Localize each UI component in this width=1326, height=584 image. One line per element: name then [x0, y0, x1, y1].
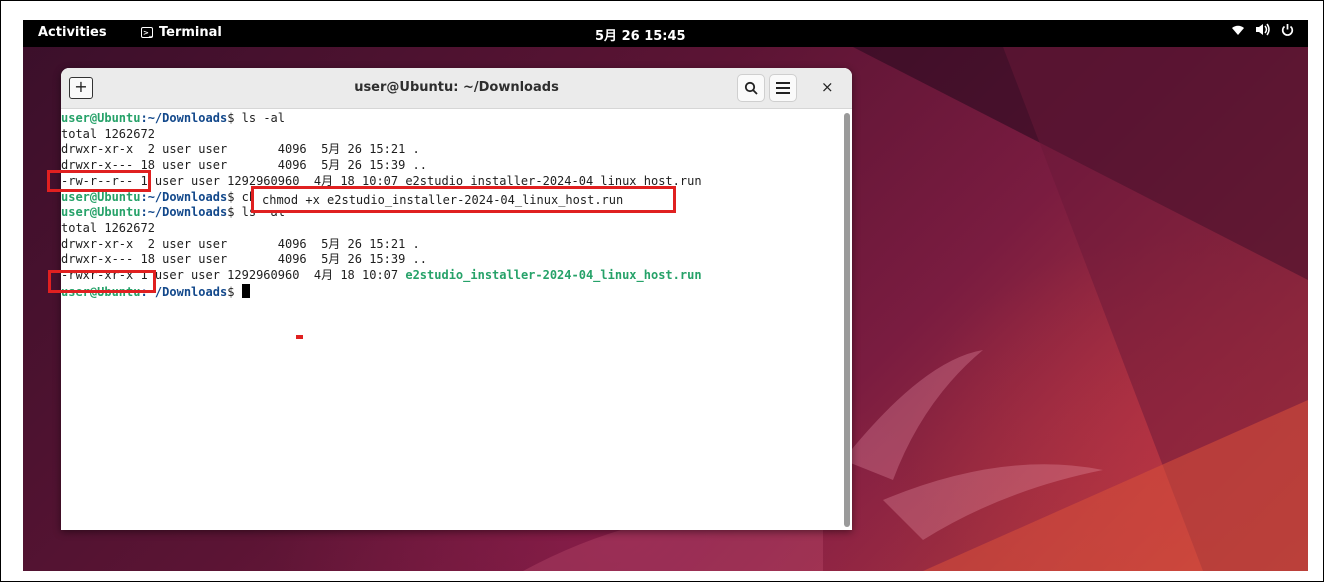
terminal-scrollbar[interactable] — [844, 113, 850, 527]
highlight-box-chmod-command: chmod +x e2studio_installer-2024-04_linu… — [251, 186, 676, 213]
terminal-window[interactable]: + user@Ubuntu: ~/Downloads × user@Ubuntu… — [61, 68, 852, 530]
terminal-line: drwxr-xr-x 2 user user 4096 5月 26 15:21 … — [61, 236, 420, 251]
terminal-line: total 1262672 — [61, 220, 155, 235]
close-icon[interactable]: × — [821, 78, 834, 96]
desktop-wallpaper: Activities >_ Terminal 5月 26 15:45 + use… — [23, 20, 1308, 571]
prompt-user: user@Ubuntu — [61, 111, 141, 125]
terminal-line: user@Ubuntu:~/Downloads$ ls -al — [61, 111, 285, 127]
prompt-symbol: $ — [227, 189, 242, 204]
command-text: ls -al — [241, 111, 285, 125]
prompt-path: :~/Downloads — [140, 205, 228, 220]
terminal-line: drwxr-x--- 18 user user 4096 5月 26 15:39… — [61, 252, 428, 267]
prompt-symbol: $ — [227, 205, 242, 220]
window-headerbar: + user@Ubuntu: ~/Downloads × — [61, 68, 852, 109]
hamburger-menu-icon[interactable] — [769, 74, 797, 102]
terminal-line: total 1262672 — [61, 126, 155, 141]
file-listing-meta: 1 user user 1292960960 4月 18 10:07 — [133, 268, 406, 282]
prompt-symbol: $ — [227, 111, 242, 125]
prompt-path: :~/Downloads — [140, 111, 228, 125]
executable-filename: e2studio_installer-2024-04_linux_host.ru… — [405, 268, 702, 282]
annotation-marker — [296, 335, 303, 339]
window-title: user@Ubuntu: ~/Downloads — [354, 80, 559, 95]
terminal-cursor — [241, 283, 250, 298]
terminal-line: drwxr-xr-x 2 user user 4096 5月 26 15:21 … — [61, 142, 420, 157]
terminal-content[interactable]: user@Ubuntu:~/Downloads$ ls -al total 12… — [61, 109, 841, 530]
search-icon[interactable] — [737, 74, 765, 102]
highlight-box-new-permissions — [48, 270, 156, 293]
prompt-user: user@Ubuntu — [61, 205, 141, 220]
prompt-symbol: $ — [227, 284, 242, 299]
prompt-path: :~/Downloads — [140, 189, 228, 204]
highlight-box-old-permissions — [47, 170, 151, 192]
terminal-line: -rwxr-xr-x 1 user user 1292960960 4月 18 … — [61, 268, 702, 284]
highlighted-command-text: chmod +x e2studio_installer-2024-04_linu… — [262, 193, 624, 207]
